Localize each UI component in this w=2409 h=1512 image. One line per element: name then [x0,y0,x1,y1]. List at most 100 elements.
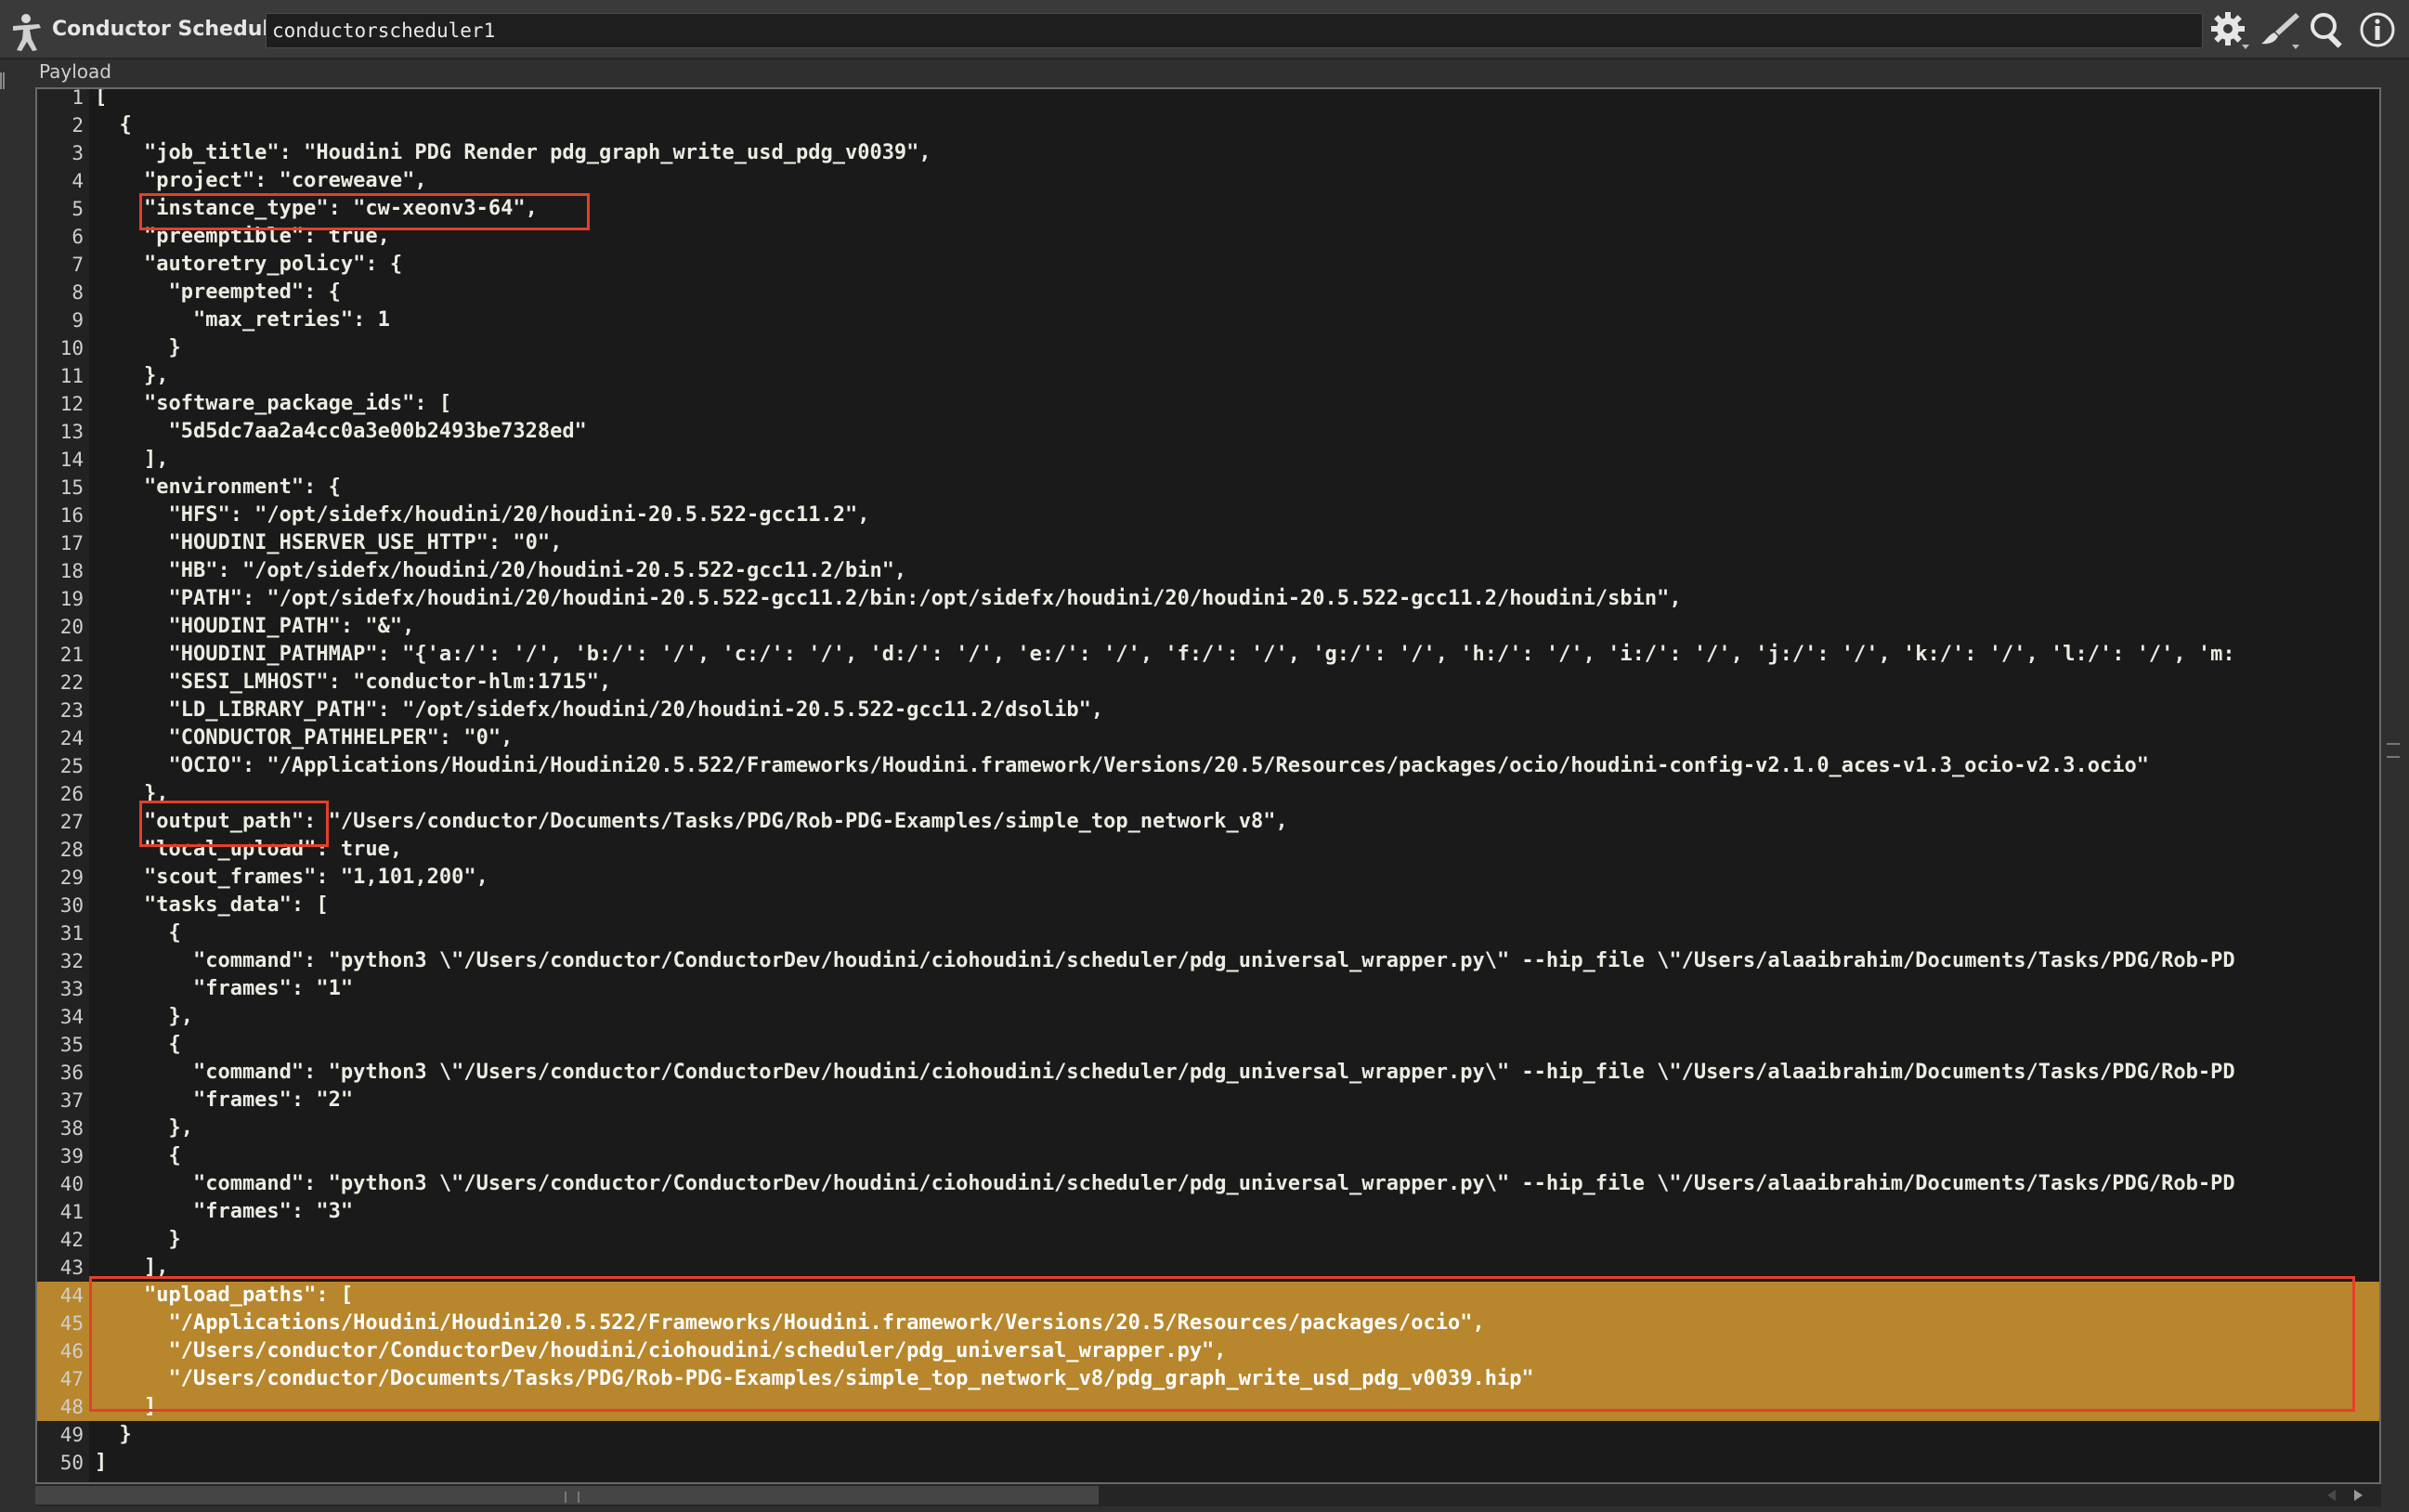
vertical-scroll-grip-icon[interactable] [2387,743,2400,758]
line-number: 35 [59,1034,84,1056]
code-line[interactable]: 33 "frames": "1" [37,975,2379,1003]
horizontal-scroll-thumb[interactable] [35,1486,1099,1505]
code-line[interactable]: 31 { [37,919,2379,947]
code-line[interactable]: 37 "frames": "2" [37,1087,2379,1114]
code-line[interactable]: 2 { [37,111,2379,139]
line-number: 10 [59,337,84,359]
line-number: 12 [59,393,84,415]
code-line[interactable]: 39 { [37,1142,2379,1170]
code-line[interactable]: 24 "CONDUCTOR_PATHHELPER": "0", [37,724,2379,752]
code-line[interactable]: 11 }, [37,362,2379,390]
code-line[interactable]: 14 ], [37,446,2379,474]
code-line[interactable]: 23 "LD_LIBRARY_PATH": "/opt/sidefx/houdi… [37,697,2379,724]
code-line[interactable]: 27 "output_path": "/Users/conductor/Docu… [37,808,2379,836]
code-text: "scout_frames": "1,101,200", [95,866,488,889]
code-line[interactable]: 36 "command": "python3 \"/Users/conducto… [37,1059,2379,1087]
code-text: "HOUDINI_HSERVER_USE_HTTP": "0", [95,531,563,554]
code-text: }, [95,364,169,387]
line-number: 8 [72,281,84,304]
line-number: 14 [59,449,84,471]
search-icon[interactable] [2307,9,2350,52]
code-line[interactable]: 32 "command": "python3 \"/Users/conducto… [37,947,2379,975]
gear-icon[interactable] [2208,9,2251,52]
code-line[interactable]: 50] [37,1449,2379,1477]
code-line[interactable]: 20 "HOUDINI_PATH": "&", [37,613,2379,641]
line-number: 45 [59,1312,84,1335]
code-line[interactable]: 40 "command": "python3 \"/Users/conducto… [37,1170,2379,1198]
line-number: 17 [59,532,84,554]
code-line[interactable]: 8 "preempted": { [37,279,2379,306]
code-line[interactable]: 7 "autoretry_policy": { [37,251,2379,279]
code-text: ], [95,448,169,471]
line-number: 37 [59,1089,84,1112]
scroll-right-arrow-icon[interactable] [2348,1486,2368,1505]
line-number: 40 [59,1173,84,1195]
code-line[interactable]: 13 "5d5dc7aa2a4cc0a3e00b2493be7328ed" [37,418,2379,446]
code-line[interactable]: 49 } [37,1421,2379,1449]
line-number: 28 [59,839,84,861]
code-line[interactable]: 17 "HOUDINI_HSERVER_USE_HTTP": "0", [37,529,2379,557]
annotation-box-upload-paths [89,1276,2355,1412]
line-number: 49 [59,1424,84,1446]
line-number: 5 [72,198,84,220]
code-line[interactable]: 22 "SESI_LMHOST": "conductor-hlm:1715", [37,669,2379,697]
line-number: 19 [59,588,84,610]
line-number: 27 [59,811,84,833]
info-icon[interactable] [2357,9,2400,52]
code-text: "software_package_ids": [ [95,392,452,415]
code-line[interactable]: 15 "environment": { [37,474,2379,502]
code-text: "PATH": "/opt/sidefx/houdini/20/houdini-… [95,587,1682,610]
brush-icon[interactable] [2259,9,2301,52]
scroll-left-arrow-icon[interactable] [2322,1486,2342,1505]
code-text: } [95,336,181,359]
code-line[interactable]: 18 "HB": "/opt/sidefx/houdini/20/houdini… [37,557,2379,585]
code-line[interactable]: 12 "software_package_ids": [ [37,390,2379,418]
code-line[interactable]: 30 "tasks_data": [ [37,892,2379,919]
code-text: "project": "coreweave", [95,169,427,192]
code-line[interactable]: 10 } [37,334,2379,362]
code-line[interactable]: 1[ [37,87,2379,111]
code-line[interactable]: 29 "scout_frames": "1,101,200", [37,864,2379,892]
line-number: 16 [59,504,84,527]
line-number: 2 [72,114,84,137]
line-number: 18 [59,560,84,582]
line-number: 26 [59,783,84,805]
code-line[interactable]: 28 "local_upload": true, [37,836,2379,864]
line-number: 23 [59,699,84,722]
line-number: 24 [59,727,84,749]
code-line[interactable]: 19 "PATH": "/opt/sidefx/houdini/20/houdi… [37,585,2379,613]
annotation-box-instance-type [139,193,590,230]
code-text: }, [95,1116,193,1140]
code-line[interactable]: 4 "project": "coreweave", [37,167,2379,195]
payload-editor[interactable]: 1[2 {3 "job_title": "Houdini PDG Render … [35,87,2381,1484]
code-text: { [95,1033,181,1056]
code-text: "HB": "/opt/sidefx/houdini/20/houdini-20… [95,559,907,582]
code-line[interactable]: 26 }, [37,780,2379,808]
horizontal-scrollbar[interactable] [35,1484,2381,1506]
code-text: "5d5dc7aa2a4cc0a3e00b2493be7328ed" [95,420,587,443]
scroll-grip-icon [565,1492,579,1503]
code-line[interactable]: 42 } [37,1226,2379,1254]
node-name-field[interactable] [266,13,2203,48]
code-line[interactable]: 34 }, [37,1003,2379,1031]
panel-resize-handle[interactable] [0,72,5,89]
code-line[interactable]: 35 { [37,1031,2379,1059]
code-text: "job_title": "Houdini PDG Render pdg_gra… [95,141,931,164]
line-number: 1 [72,87,84,109]
code-line[interactable]: 9 "max_retries": 1 [37,306,2379,334]
code-line[interactable]: 16 "HFS": "/opt/sidefx/houdini/20/houdin… [37,502,2379,529]
code-text: "frames": "2" [95,1088,354,1112]
code-line[interactable]: 41 "frames": "3" [37,1198,2379,1226]
code-text: "autoretry_policy": { [95,253,403,276]
code-text: } [95,1423,132,1446]
code-line[interactable]: 25 "OCIO": "/Applications/Houdini/Houdin… [37,752,2379,780]
code-line[interactable]: 21 "HOUDINI_PATHMAP": "{'a:/': '/', 'b:/… [37,641,2379,669]
code-line[interactable]: 38 }, [37,1114,2379,1142]
code-text: { [95,921,181,945]
houdini-figure-icon[interactable] [7,11,48,52]
line-number: 13 [59,421,84,443]
code-text: "environment": { [95,476,341,499]
code-line[interactable]: 3 "job_title": "Houdini PDG Render pdg_g… [37,139,2379,167]
code-text: "CONDUCTOR_PATHHELPER": "0", [95,726,514,749]
line-number: 42 [59,1229,84,1251]
